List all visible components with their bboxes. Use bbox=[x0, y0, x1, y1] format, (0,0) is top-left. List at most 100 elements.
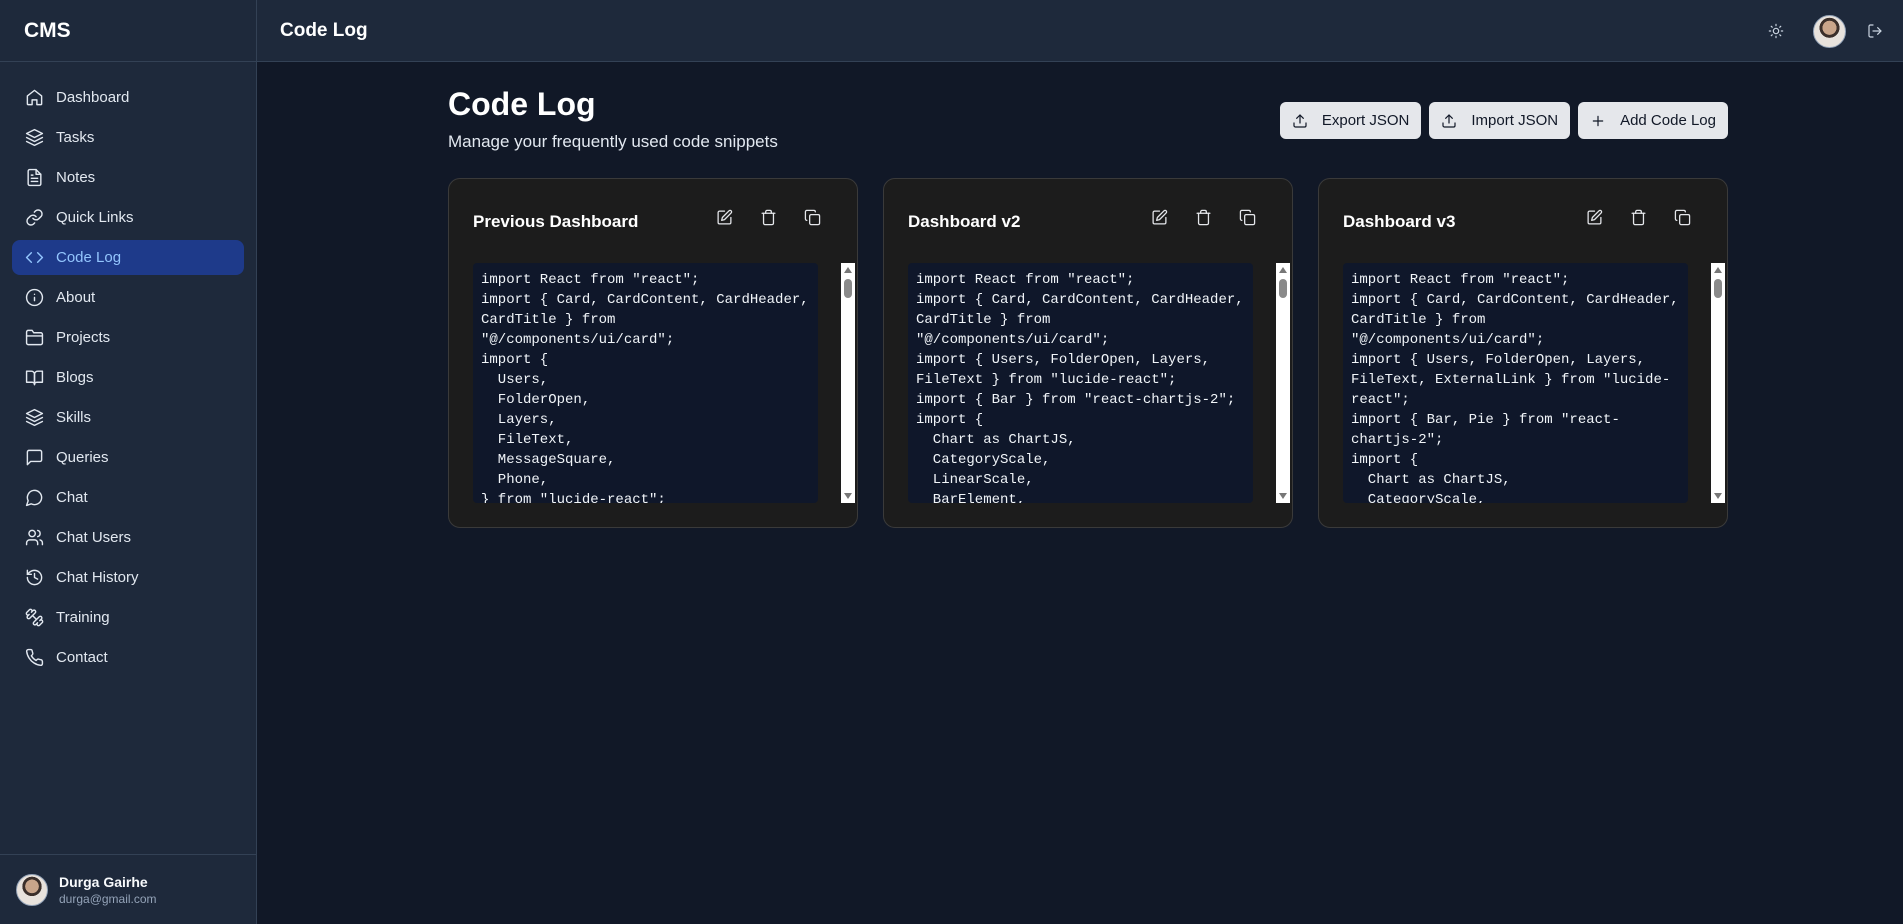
code-log-card: Previous Dashboard import React from "re… bbox=[448, 178, 858, 528]
sidebar-item-label: Code Log bbox=[56, 249, 122, 266]
message-circle-icon bbox=[24, 488, 44, 508]
users-icon bbox=[24, 528, 44, 548]
sidebar-item-label: Training bbox=[56, 609, 110, 626]
header-actions bbox=[1764, 0, 1887, 62]
card-title: Previous Dashboard bbox=[473, 212, 639, 231]
code-scrollbar[interactable] bbox=[1276, 263, 1290, 503]
sidebar-item-label: Dashboard bbox=[56, 89, 130, 106]
sun-icon bbox=[1768, 23, 1784, 39]
scroll-up-arrow[interactable] bbox=[844, 267, 852, 273]
header-avatar[interactable] bbox=[1813, 14, 1846, 48]
page-subtitle: Manage your frequently used code snippet… bbox=[448, 132, 778, 151]
sidebar-item-chat-users[interactable]: Chat Users bbox=[12, 520, 244, 555]
trash-icon[interactable] bbox=[1630, 209, 1649, 228]
scroll-down-arrow[interactable] bbox=[844, 493, 852, 499]
logout-icon bbox=[1867, 23, 1883, 39]
trash-icon[interactable] bbox=[1195, 209, 1214, 228]
edit-icon[interactable] bbox=[1586, 209, 1605, 228]
add-code-log-button[interactable]: Add Code Log bbox=[1578, 102, 1728, 139]
card-title: Dashboard v3 bbox=[1343, 212, 1456, 231]
code-log-cards: Previous Dashboard import React from "re… bbox=[448, 178, 1728, 528]
sidebar-item-label: Chat Users bbox=[56, 529, 132, 546]
theme-toggle-button[interactable] bbox=[1764, 19, 1788, 43]
dumbbell-icon bbox=[24, 608, 44, 628]
sidebar-item-label: Projects bbox=[56, 329, 111, 346]
sidebar-item-label: Notes bbox=[56, 169, 96, 186]
code-scrollbar[interactable] bbox=[841, 263, 855, 503]
sidebar: CMS Dashboard Tasks Notes Quick Links Co… bbox=[0, 0, 257, 924]
code-log-card: Dashboard v2 import React from "react"; … bbox=[883, 178, 1293, 528]
scroll-thumb[interactable] bbox=[844, 279, 852, 298]
code-snippet[interactable]: import React from "react"; import { Card… bbox=[473, 263, 818, 503]
code-icon bbox=[24, 248, 44, 268]
sidebar-item-about[interactable]: About bbox=[12, 280, 244, 315]
user-email: durga@gmail.com bbox=[59, 891, 157, 906]
logout-button[interactable] bbox=[1863, 19, 1887, 43]
history-icon bbox=[24, 568, 44, 588]
upload-icon bbox=[1292, 113, 1308, 129]
message-square-icon bbox=[24, 448, 44, 468]
plus-icon bbox=[1590, 113, 1606, 129]
sidebar-item-notes[interactable]: Notes bbox=[12, 160, 244, 195]
page-actions: Export JSON Import JSON Add Code Log bbox=[1279, 102, 1728, 139]
edit-icon[interactable] bbox=[716, 209, 735, 228]
scroll-thumb[interactable] bbox=[1279, 279, 1287, 298]
sidebar-item-projects[interactable]: Projects bbox=[12, 320, 244, 355]
import-json-button[interactable]: Import JSON bbox=[1429, 102, 1571, 139]
sidebar-item-contact[interactable]: Contact bbox=[12, 640, 244, 675]
code-area: import React from "react"; import { Card… bbox=[908, 263, 1293, 503]
scroll-down-arrow[interactable] bbox=[1279, 493, 1287, 499]
copy-icon[interactable] bbox=[804, 209, 823, 228]
sidebar-item-code-log[interactable]: Code Log bbox=[12, 240, 244, 275]
code-log-card: Dashboard v3 import React from "react"; … bbox=[1318, 178, 1728, 528]
sidebar-item-label: Quick Links bbox=[56, 209, 134, 226]
sidebar-user[interactable]: Durga Gairhe durga@gmail.com bbox=[0, 854, 256, 924]
copy-icon[interactable] bbox=[1674, 209, 1693, 228]
card-actions bbox=[1151, 209, 1258, 228]
sidebar-item-label: Contact bbox=[56, 649, 108, 666]
edit-icon[interactable] bbox=[1151, 209, 1170, 228]
brand-logo[interactable]: CMS bbox=[0, 0, 256, 62]
sidebar-item-chat-history[interactable]: Chat History bbox=[12, 560, 244, 595]
code-area: import React from "react"; import { Card… bbox=[473, 263, 858, 503]
sidebar-item-label: Queries bbox=[56, 449, 109, 466]
sidebar-item-training[interactable]: Training bbox=[12, 600, 244, 635]
phone-icon bbox=[24, 648, 44, 668]
trash-icon[interactable] bbox=[760, 209, 779, 228]
scroll-thumb[interactable] bbox=[1714, 279, 1722, 298]
export-json-label: Export JSON bbox=[1321, 112, 1410, 129]
info-icon bbox=[24, 288, 44, 308]
top-header: Code Log bbox=[257, 0, 1903, 62]
sidebar-nav: Dashboard Tasks Notes Quick Links Code L… bbox=[0, 62, 256, 675]
folder-icon bbox=[24, 328, 44, 348]
sidebar-item-label: Skills bbox=[56, 409, 92, 426]
avatar bbox=[16, 873, 48, 906]
code-snippet[interactable]: import React from "react"; import { Card… bbox=[908, 263, 1253, 503]
sidebar-item-tasks[interactable]: Tasks bbox=[12, 120, 244, 155]
copy-icon[interactable] bbox=[1239, 209, 1258, 228]
sidebar-item-label: Blogs bbox=[56, 369, 94, 386]
scroll-down-arrow[interactable] bbox=[1714, 493, 1722, 499]
code-area: import React from "react"; import { Card… bbox=[1343, 263, 1728, 503]
sidebar-item-label: Chat History bbox=[56, 569, 139, 586]
scroll-up-arrow[interactable] bbox=[1714, 267, 1722, 273]
code-snippet[interactable]: import React from "react"; import { Card… bbox=[1343, 263, 1688, 503]
sidebar-item-blogs[interactable]: Blogs bbox=[12, 360, 244, 395]
add-code-log-label: Add Code Log bbox=[1620, 112, 1716, 129]
user-name: Durga Gairhe bbox=[59, 873, 148, 890]
card-actions bbox=[716, 209, 823, 228]
header-title: Code Log bbox=[280, 19, 368, 41]
scroll-up-arrow[interactable] bbox=[1279, 267, 1287, 273]
code-scrollbar[interactable] bbox=[1711, 263, 1725, 503]
upload-icon bbox=[1441, 113, 1457, 129]
sidebar-item-skills[interactable]: Skills bbox=[12, 400, 244, 435]
book-open-icon bbox=[24, 368, 44, 388]
sidebar-item-quick-links[interactable]: Quick Links bbox=[12, 200, 244, 235]
layers-icon bbox=[24, 408, 44, 428]
sidebar-item-chat[interactable]: Chat bbox=[12, 480, 244, 515]
sidebar-item-dashboard[interactable]: Dashboard bbox=[12, 80, 244, 115]
import-json-label: Import JSON bbox=[1471, 112, 1559, 129]
export-json-button[interactable]: Export JSON bbox=[1279, 102, 1422, 139]
sidebar-item-queries[interactable]: Queries bbox=[12, 440, 244, 475]
sidebar-item-label: Tasks bbox=[56, 129, 95, 146]
